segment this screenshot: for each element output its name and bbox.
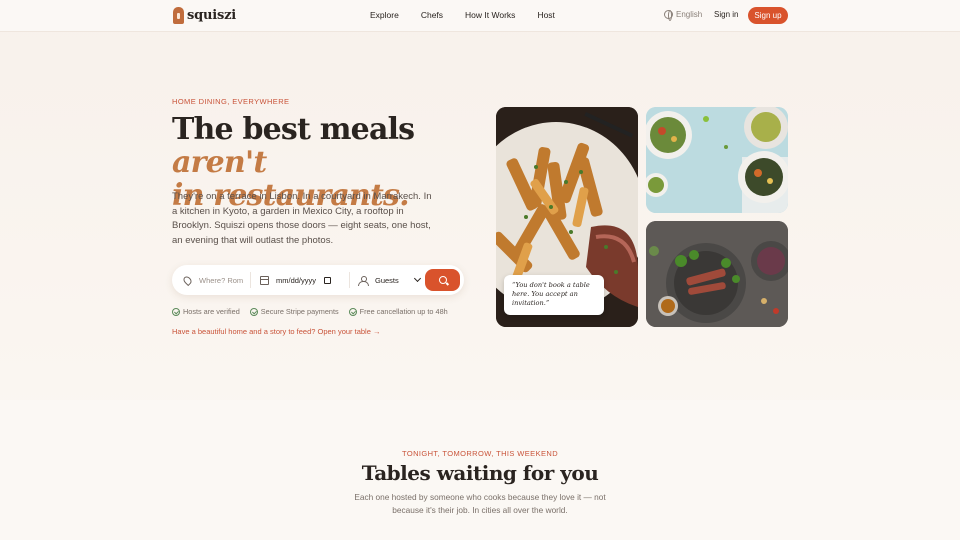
check-circle-icon [172, 307, 180, 316]
nav-link-how-it-works[interactable]: How It Works [465, 10, 515, 20]
open-your-table-link[interactable]: Have a beautiful home and a story to fee… [172, 327, 380, 336]
headline-accent-1: aren't [172, 145, 267, 180]
nav-link-chefs[interactable]: Chefs [421, 10, 443, 20]
hero-description: They're on a terrace in Lisbon. In a cou… [172, 191, 432, 247]
language-label: English [676, 10, 703, 19]
date-field[interactable]: mm/dd/yyyy [260, 265, 332, 295]
search-divider [349, 272, 350, 288]
brand-logo[interactable]: squiszi [173, 7, 236, 24]
search-divider [250, 272, 251, 288]
logo-icon [173, 7, 184, 24]
chevron-down-icon [413, 274, 421, 283]
food-photo-salads [646, 107, 788, 213]
where-field[interactable]: Where? Rom [181, 265, 243, 295]
sign-in-link[interactable]: Sign in [714, 10, 738, 19]
tables-eyebrow: TONIGHT, TOMORROW, THIS WEEKEND [401, 449, 559, 458]
sign-up-button[interactable]: Sign up [748, 7, 788, 24]
language-selector[interactable]: English [664, 10, 703, 21]
calendar-icon [260, 275, 269, 285]
hero-eyebrow: HOME DINING, EVERYWHERE [172, 97, 290, 106]
trust-badges: Hosts are verified Secure Stripe payment… [172, 307, 448, 316]
trust-item: Free cancellation up to 48h [348, 307, 448, 316]
search-button[interactable] [425, 269, 460, 291]
search-bar: Where? Rom mm/dd/yyyy Guests [172, 265, 464, 295]
trust-item: Hosts are verified [172, 307, 240, 316]
user-icon [358, 275, 369, 286]
location-pin-icon [181, 274, 194, 286]
guests-select[interactable]: Guests [358, 265, 421, 295]
trust-item: Secure Stripe payments [249, 307, 339, 316]
brand-name: squiszi [187, 8, 237, 23]
nav-link-explore[interactable]: Explore [370, 10, 399, 20]
globe-icon [664, 10, 673, 21]
tables-subtitle: Each one hosted by someone who cooks bec… [354, 492, 606, 515]
top-nav: squiszi Explore Chefs How It Works Host … [0, 0, 960, 32]
guests-value: Guests [375, 275, 399, 285]
where-input[interactable]: Where? Rom [199, 276, 243, 285]
search-icon [438, 276, 447, 284]
headline-plain: The best meals [172, 112, 415, 147]
date-picker-icon[interactable] [324, 276, 332, 284]
testimonial-quote: “You don't book a table here. You accept… [504, 275, 604, 315]
tables-title: Tables waiting for you [361, 461, 599, 485]
trust-label: Free cancellation up to 48h [359, 307, 448, 316]
food-photo-steak-bowl [646, 221, 788, 327]
nav-links: Explore Chefs How It Works Host [370, 10, 577, 20]
trust-label: Secure Stripe payments [260, 307, 339, 316]
date-input[interactable]: mm/dd/yyyy [276, 276, 316, 285]
trust-label: Hosts are verified [183, 307, 240, 316]
nav-link-host[interactable]: Host [537, 10, 554, 20]
check-circle-icon [348, 307, 357, 316]
check-circle-icon [249, 307, 258, 316]
